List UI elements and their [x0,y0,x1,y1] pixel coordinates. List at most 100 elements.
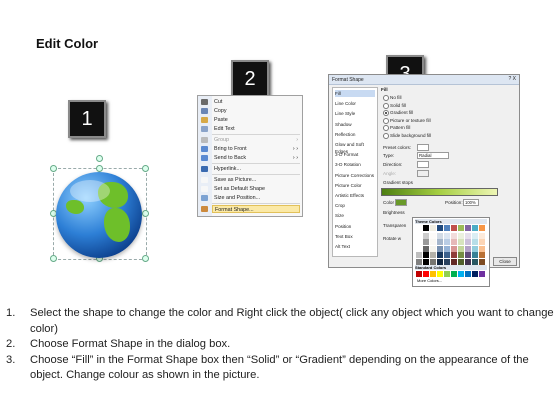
color-swatch[interactable] [416,271,422,277]
color-swatch[interactable] [479,245,485,252]
more-colors-link[interactable]: More Colors... [417,278,442,283]
color-swatch[interactable] [465,245,471,252]
color-swatch[interactable] [423,271,429,277]
dialog-category-item[interactable]: 3-D Format [335,151,375,158]
color-swatch[interactable] [430,239,436,245]
color-swatch[interactable] [444,252,450,258]
color-swatch[interactable] [472,245,478,252]
color-swatch[interactable] [437,252,443,258]
color-swatch[interactable] [479,239,485,245]
close-button[interactable]: Close [493,257,517,266]
resize-handle-bl[interactable] [50,255,57,262]
color-swatch[interactable] [416,258,422,265]
color-swatch[interactable] [444,258,450,265]
color-swatch[interactable] [430,225,436,231]
color-swatch[interactable] [479,232,485,239]
color-swatch[interactable] [451,239,457,245]
color-swatch[interactable] [465,258,471,265]
color-swatch[interactable] [472,258,478,265]
color-swatch[interactable] [451,232,457,239]
color-swatch[interactable] [472,232,478,239]
dialog-title-bar[interactable]: Format Shape ? X [329,75,519,85]
color-swatch[interactable] [444,225,450,231]
dialog-category-item[interactable]: Glow and Soft Edges [335,141,375,154]
dialog-category-item[interactable]: Alt Text [335,243,375,250]
color-swatch[interactable] [423,232,429,239]
color-swatch[interactable] [437,258,443,265]
color-picker-button[interactable] [395,199,407,206]
color-swatch[interactable] [479,252,485,258]
dialog-category-item[interactable]: Fill [335,90,375,97]
color-swatch[interactable] [444,232,450,239]
color-swatch[interactable] [444,245,450,252]
dialog-category-item[interactable]: Crop [335,202,375,209]
context-menu-item[interactable]: Save as Picture... [212,176,302,184]
context-menu-item[interactable]: Size and Position... [212,194,302,202]
color-swatch[interactable] [451,258,457,265]
dialog-category-item[interactable]: Artistic Effects [335,192,375,199]
fill-option-radio[interactable] [383,125,389,131]
color-swatch[interactable] [416,252,422,258]
resize-handle-tl[interactable] [50,165,57,172]
color-swatch[interactable] [458,225,464,231]
context-menu-item[interactable]: Paste [212,116,302,124]
rotate-handle[interactable] [96,155,103,162]
color-swatch[interactable] [430,232,436,239]
color-swatch[interactable] [437,232,443,239]
color-swatch[interactable] [437,225,443,231]
resize-handle-tr[interactable] [142,165,149,172]
color-swatch[interactable] [451,271,457,277]
fill-option-radio[interactable] [383,117,389,124]
color-swatch[interactable] [465,271,471,277]
color-swatch[interactable] [430,271,436,277]
fill-option-radio[interactable] [383,110,389,116]
color-swatch[interactable] [472,239,478,245]
color-swatch[interactable] [437,239,443,245]
color-swatch[interactable] [479,271,485,277]
color-swatch[interactable] [430,252,436,258]
gradient-stops-bar[interactable] [381,188,498,196]
color-swatch[interactable] [423,252,429,258]
color-swatch[interactable] [444,271,450,277]
color-swatch[interactable] [437,245,443,252]
preset-colors-dropdown[interactable] [417,144,429,151]
type-dropdown[interactable]: Radial [417,152,449,159]
context-menu-item[interactable]: Copy [212,107,302,115]
dialog-category-item[interactable]: Text Box [335,233,375,240]
color-swatch[interactable] [430,245,436,252]
dialog-close-icon[interactable]: ? X [508,76,516,82]
color-swatch[interactable] [472,225,478,231]
color-swatch[interactable] [444,239,450,245]
color-swatch[interactable] [458,232,464,239]
resize-handle-t[interactable] [96,165,103,172]
color-swatch[interactable] [465,232,471,239]
color-swatch[interactable] [416,245,422,252]
color-swatch[interactable] [465,239,471,245]
fill-option-radio[interactable] [383,102,389,109]
globe-shape[interactable] [56,172,142,258]
color-swatch[interactable] [416,239,422,245]
context-menu-item[interactable]: Cut [212,98,302,106]
color-swatch[interactable] [423,225,429,231]
color-swatch[interactable] [465,252,471,258]
dialog-category-item[interactable]: Line Color [335,100,375,107]
dialog-category-item[interactable]: Reflection [335,131,375,138]
color-swatch[interactable] [430,258,436,265]
color-swatch[interactable] [465,225,471,231]
context-menu-item[interactable]: Send to Back › › [212,154,302,162]
color-swatch[interactable] [451,225,457,231]
position-input[interactable]: 100% [463,199,479,206]
context-menu-item[interactable]: Bring to Front › › [212,145,302,153]
color-swatch[interactable] [472,252,478,258]
color-swatch[interactable] [458,252,464,258]
dialog-category-item[interactable]: Picture Color [335,182,375,189]
color-swatch[interactable] [458,258,464,265]
fill-option-radio[interactable] [383,132,389,139]
color-swatch[interactable] [479,258,485,265]
context-menu-item[interactable]: Edit Text [212,125,302,133]
resize-handle-br[interactable] [142,255,149,262]
context-menu-item[interactable]: Set as Default Shape [212,185,302,193]
dialog-category-item[interactable]: Position [335,223,375,230]
color-swatch[interactable] [423,245,429,252]
dialog-category-item[interactable]: Picture Corrections [335,172,375,179]
